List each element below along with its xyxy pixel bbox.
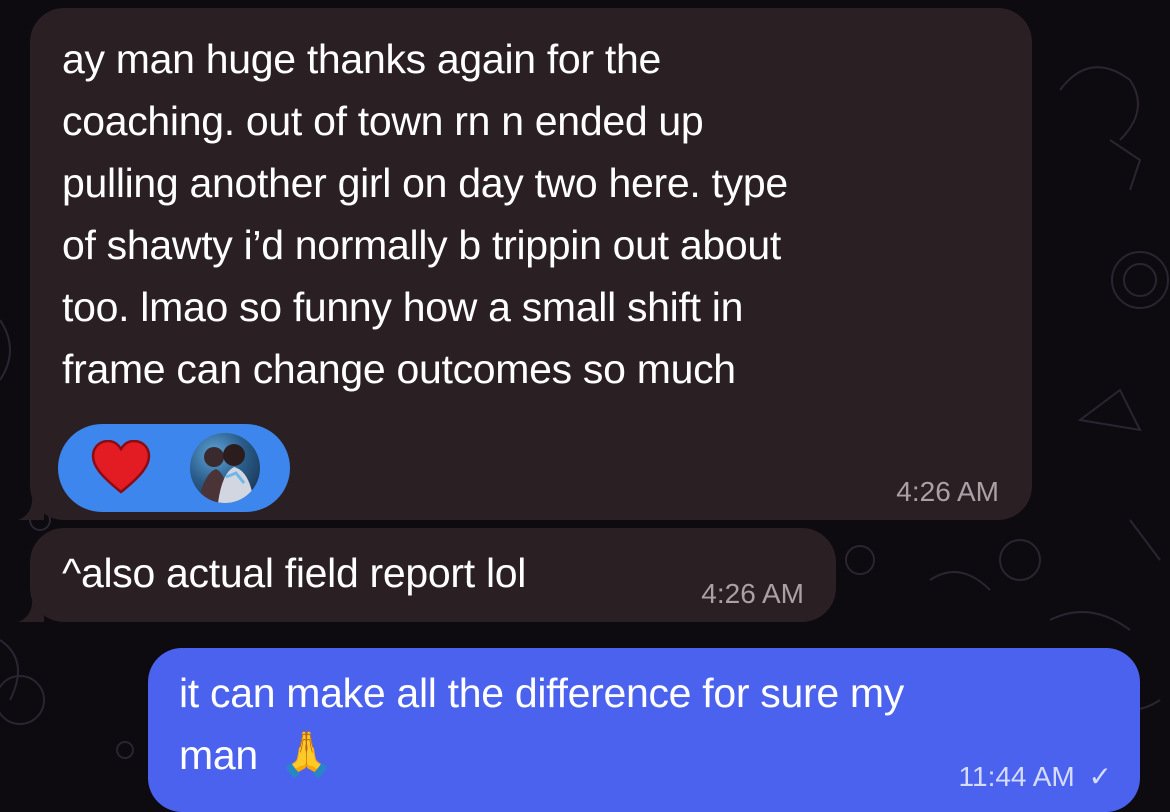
bubble-tail — [18, 494, 44, 520]
message-line: pulling another girl on day two here. ty… — [62, 160, 788, 206]
message-line: ay man huge thanks again for the — [62, 36, 661, 82]
reaction-pill[interactable] — [58, 424, 290, 512]
message-line: coaching. out of town rn n ended up — [62, 98, 704, 144]
message-timestamp: 4:26 AM — [701, 578, 804, 609]
timestamp-text: 11:44 AM — [958, 761, 1075, 792]
message-text: ^also actual field report lol — [62, 550, 527, 596]
message-word: man — [179, 732, 258, 778]
avatar[interactable] — [190, 433, 260, 503]
avatar-image — [198, 444, 254, 503]
message-line: too. lmao so funny how a small shift in — [62, 284, 744, 330]
message-bubble-incoming[interactable]: ^also actual field report lol 4:26 AM — [30, 528, 836, 622]
message-bubble-outgoing[interactable]: it can make all the difference for sure … — [148, 648, 1140, 812]
message-timestamp: 4:26 AM — [896, 476, 999, 507]
message-text: ay man huge thanks again for the coachin… — [62, 28, 1022, 400]
message-bubble-incoming[interactable]: ay man huge thanks again for the coachin… — [30, 8, 1032, 520]
message-timestamp: 11:44 AM ✓ — [959, 760, 1112, 793]
sent-check-icon: ✓ — [1088, 761, 1112, 792]
bubble-tail — [18, 596, 44, 622]
message-line: it can make all the difference for sure … — [179, 670, 904, 716]
heart-icon — [91, 440, 151, 494]
pray-emoji-icon: 🙏 — [278, 730, 334, 779]
message-line: of shawty i’d normally b trippin out abo… — [62, 222, 781, 268]
message-line: frame can change outcomes so much — [62, 346, 736, 392]
